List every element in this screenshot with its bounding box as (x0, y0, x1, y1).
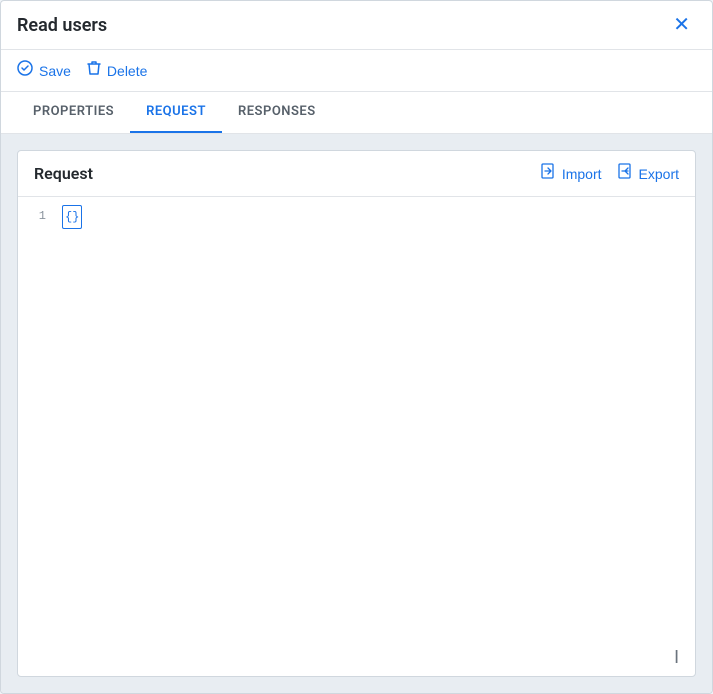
tab-request[interactable]: REQUEST (130, 92, 222, 133)
request-card-header: Request Import (18, 151, 695, 197)
export-button[interactable]: Export (618, 163, 679, 184)
save-label: Save (39, 63, 71, 79)
tabs: PROPERTIES REQUEST RESPONSES (1, 92, 712, 134)
export-icon (618, 163, 634, 184)
request-card: Request Import (17, 150, 696, 677)
line-content-1: {} (58, 205, 695, 229)
close-button[interactable]: ✕ (667, 13, 696, 37)
import-button[interactable]: Import (541, 163, 602, 184)
export-label: Export (639, 166, 679, 182)
code-braces: {} (62, 205, 82, 229)
delete-label: Delete (107, 63, 147, 79)
save-button[interactable]: Save (17, 60, 71, 81)
text-cursor-icon: I (674, 647, 679, 668)
main-content: Request Import (1, 134, 712, 693)
tab-properties[interactable]: PROPERTIES (17, 92, 130, 133)
save-icon (17, 60, 33, 81)
import-icon (541, 163, 557, 184)
toolbar: Save Delete (1, 50, 712, 92)
request-card-actions: Import Export (541, 163, 679, 184)
delete-button[interactable]: Delete (87, 60, 147, 81)
code-editor[interactable]: 1 {} (18, 197, 695, 437)
modal-title: Read users (17, 15, 107, 36)
delete-icon (87, 60, 101, 81)
import-label: Import (562, 166, 602, 182)
tab-responses[interactable]: RESPONSES (222, 92, 332, 133)
request-card-title: Request (34, 164, 93, 183)
cursor-area: I (18, 437, 695, 677)
modal-header: Read users ✕ (1, 1, 712, 50)
modal: Read users ✕ Save Delete PROPERTIES REQ (0, 0, 713, 694)
code-line-1: 1 {} (18, 205, 695, 229)
line-number-1: 1 (18, 205, 58, 227)
